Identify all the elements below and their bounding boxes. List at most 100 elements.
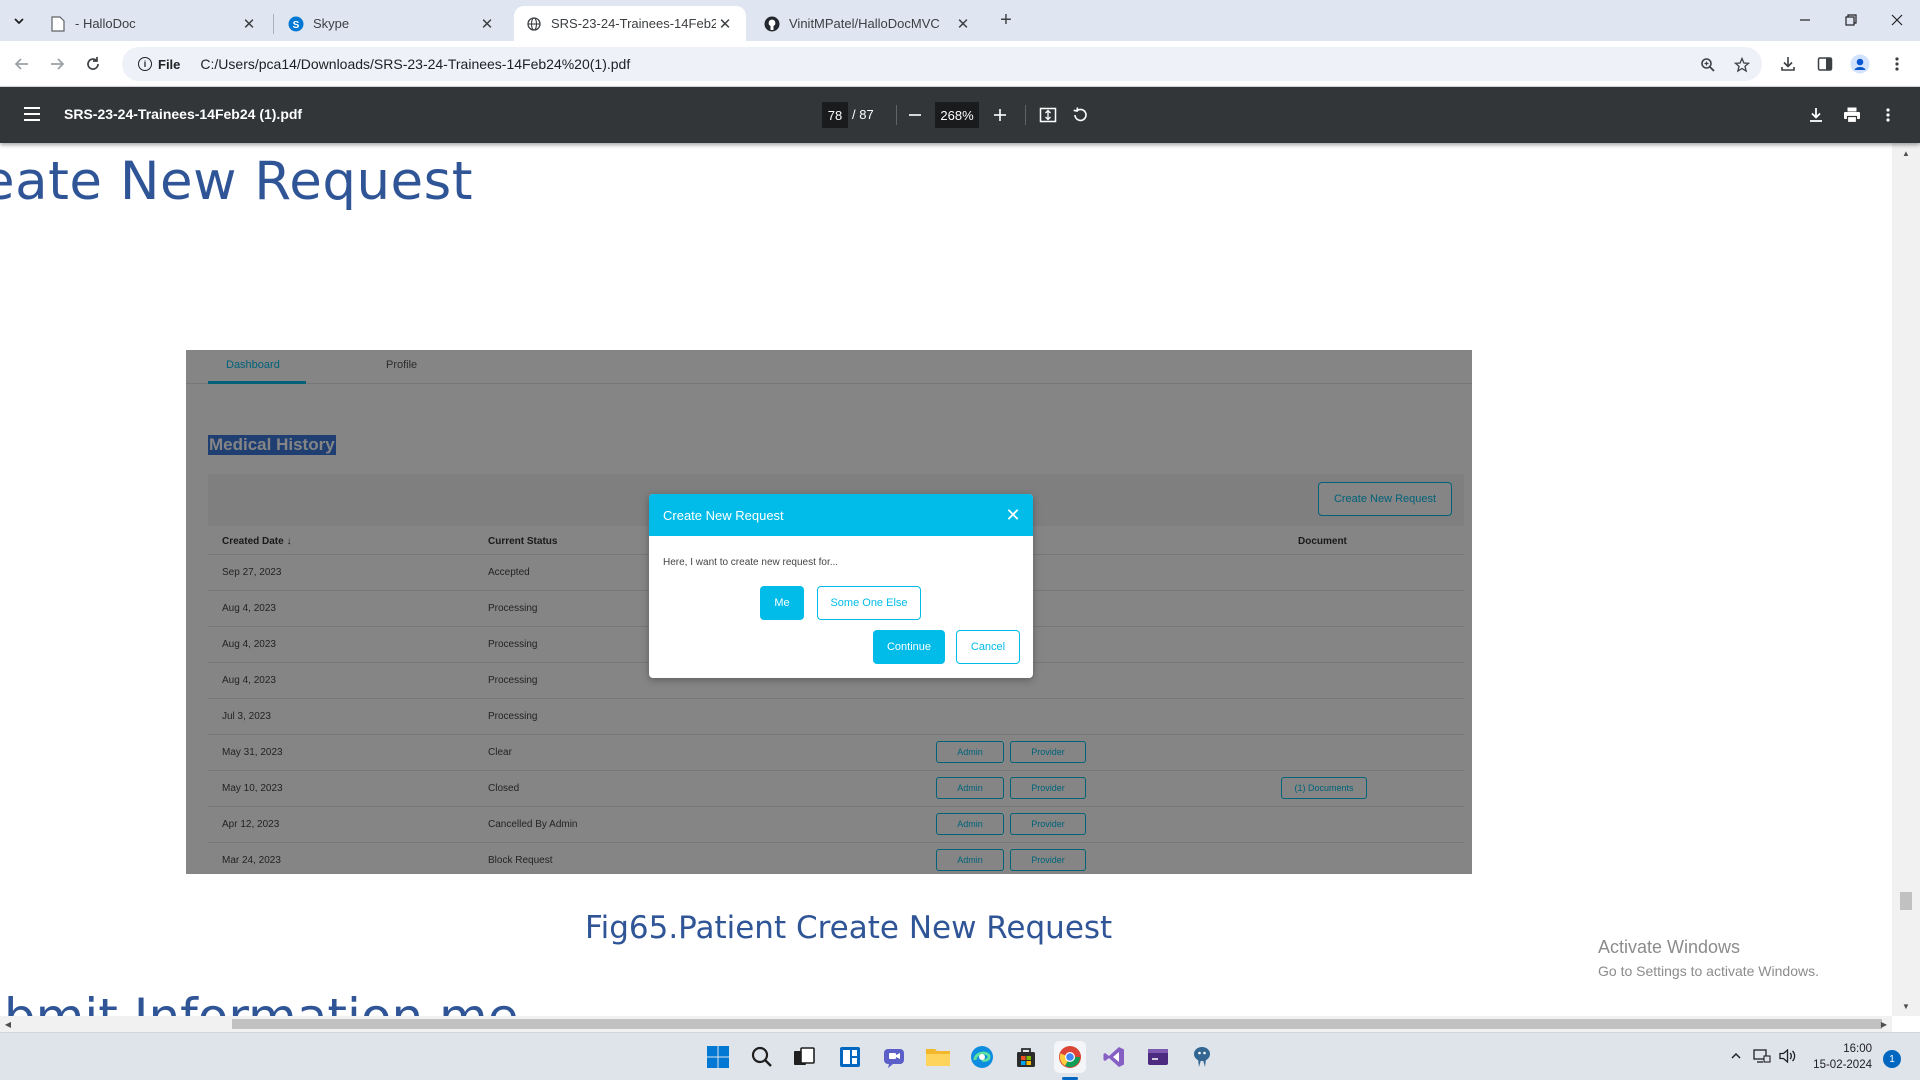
more-vert-icon[interactable] [1885,52,1909,76]
network-icon[interactable] [1752,1046,1772,1066]
search-icon[interactable] [746,1041,778,1073]
tab-title: Skype [313,16,350,31]
zoom-icon[interactable] [1698,55,1718,75]
windows-start-icon[interactable] [702,1041,734,1073]
chrome-icon[interactable] [1054,1041,1086,1073]
widgets-icon[interactable] [834,1041,866,1073]
microsoft-store-icon[interactable] [1010,1041,1042,1073]
new-tab-button[interactable]: + [994,8,1018,32]
address-bar[interactable]: i File C:/Users/pca14/Downloads/SRS-23-2… [122,47,1762,81]
reload-button[interactable] [80,51,106,77]
download-button[interactable] [1804,103,1828,127]
notification-badge[interactable]: 1 [1883,1050,1901,1068]
figure-create-request-modal: Create New Request ✕ Here, I want to cre… [649,494,1033,678]
tab-skype[interactable]: S Skype ✕ [276,6,508,41]
plus-icon: + [1000,8,1012,31]
tab-github[interactable]: VinitMPatel/HalloDocMVC ✕ [752,6,984,41]
minimize-icon [1800,19,1810,21]
window-close-button[interactable] [1874,0,1920,40]
scroll-left-arrow-icon[interactable]: ◀ [2,1018,14,1030]
document-icon [50,15,66,32]
windows-taskbar: 16:00 15-02-2024 1 [0,1032,1920,1080]
side-panel-icon[interactable] [1813,52,1837,76]
print-icon [1844,107,1860,124]
postgresql-icon[interactable] [1186,1041,1218,1073]
minimize-button[interactable] [1782,0,1828,40]
edge-browser-icon[interactable] [966,1041,998,1073]
download-icon [1810,108,1822,122]
tab-hallodoc[interactable]: - HalloDoc ✕ [38,6,270,41]
pdf-toolbar: SRS-23-24-Trainees-14Feb24 (1).pdf 78 / … [0,87,1920,143]
figure-continue-button: Continue [873,630,945,664]
section-heading: eate New Request [0,151,474,212]
tab-title: - HalloDoc [75,16,136,31]
visual-studio-icon[interactable] [1098,1041,1130,1073]
close-icon[interactable]: ✕ [240,15,258,33]
site-info-label: File [158,56,181,72]
tab-srs-pdf[interactable]: SRS-23-24-Trainees-14Feb24 (1 ✕ [514,6,746,41]
zoom-out-button[interactable] [903,103,927,127]
vertical-scroll-thumb[interactable] [1900,892,1912,910]
globe-icon [526,16,542,32]
bookmark-star-icon[interactable] [1732,55,1752,75]
svg-text:S: S [293,20,300,31]
arrow-right-icon [51,58,65,70]
url-text[interactable]: C:/Users/pca14/Downloads/SRS-23-24-Train… [200,56,630,72]
tab-title: VinitMPatel/HalloDocMVC [789,16,940,31]
page-number-input[interactable]: 78 [822,102,848,128]
restore-icon [1845,14,1857,26]
close-icon[interactable]: ✕ [478,15,496,33]
close-icon [1891,14,1903,26]
reload-icon [87,57,99,70]
minus-icon [909,114,921,116]
menu-icon[interactable] [20,103,44,127]
pdf-more-options-button[interactable] [1876,103,1900,127]
clock-date: 15-02-2024 [1813,1059,1872,1071]
figure-modal-title: Create New Request [663,507,784,523]
horizontal-scrollbar[interactable]: ◀ ▶ [0,1016,1892,1032]
figure-caption: Fig65.Patient Create New Request [585,910,1113,946]
site-info-chip[interactable]: i File [128,51,190,77]
rotate-button[interactable] [1068,103,1092,127]
volume-icon[interactable] [1778,1046,1798,1066]
terminal-app-icon[interactable] [1142,1041,1174,1073]
pdf-document-viewport[interactable]: eate New Request Dashboard Profile Medic… [0,143,1892,1016]
scroll-up-arrow-icon[interactable]: ▲ [1900,147,1912,159]
close-icon[interactable]: ✕ [954,15,972,33]
figure-modal-header: Create New Request ✕ [649,494,1033,536]
teams-chat-icon[interactable] [878,1041,910,1073]
restore-button[interactable] [1828,0,1874,40]
figure-cancel-button: Cancel [956,630,1020,664]
figure-option-someone-button: Some One Else [817,586,921,620]
toolbar-divider [896,105,897,125]
close-icon[interactable]: ✕ [716,15,734,33]
fit-to-page-button[interactable] [1036,103,1060,127]
watermark-title: Activate Windows [1598,937,1741,957]
tab-separator [273,14,274,34]
plus-icon [994,109,1006,121]
file-explorer-icon[interactable] [922,1041,954,1073]
tab-title: SRS-23-24-Trainees-14Feb24 (1 [551,16,716,31]
back-button[interactable] [9,51,35,77]
tab-search-button[interactable] [7,9,31,33]
task-view-icon[interactable] [788,1041,820,1073]
watermark-subtitle: Go to Settings to activate Windows. [1598,963,1819,979]
info-icon: i [138,57,152,71]
print-button[interactable] [1840,103,1864,127]
profile-avatar-icon[interactable] [1848,52,1872,76]
clock-time: 16:00 [1843,1043,1872,1055]
more-vert-icon [1886,108,1890,122]
forward-button[interactable] [44,51,70,77]
scroll-right-arrow-icon[interactable]: ▶ [1878,1018,1890,1030]
figure-modal-prompt: Here, I want to create new request for..… [663,557,839,568]
fit-page-icon [1039,107,1057,123]
system-clock[interactable]: 16:00 15-02-2024 [1810,1041,1872,1073]
embedded-screenshot-figure: Dashboard Profile Medical History Create… [186,350,1472,874]
zoom-level-input[interactable]: 268% [935,102,979,128]
horizontal-scroll-thumb[interactable] [232,1019,1882,1029]
vertical-scrollbar[interactable]: ▲ ▼ [1892,143,1920,1016]
downloads-icon[interactable] [1776,52,1800,76]
scroll-down-arrow-icon[interactable]: ▼ [1900,1000,1912,1012]
show-hidden-icons-chevron-up-icon[interactable] [1726,1046,1746,1066]
zoom-in-button[interactable] [988,103,1012,127]
